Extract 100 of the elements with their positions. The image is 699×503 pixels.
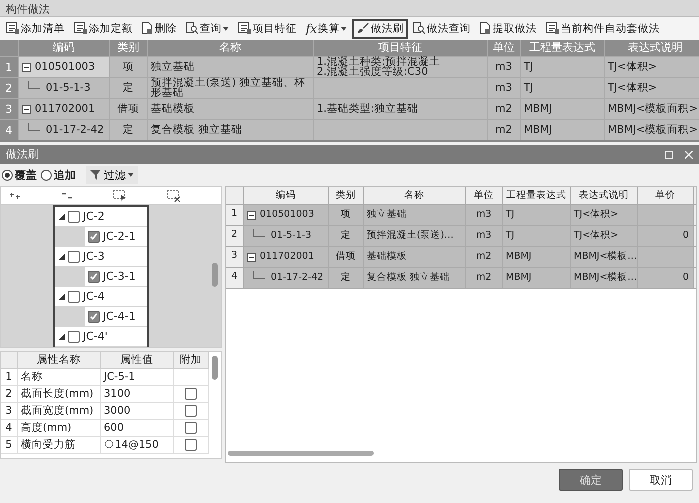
row-number: 1: [226, 205, 243, 225]
column-header: 属性名称: [18, 352, 101, 369]
collapse-icon[interactable]: [59, 254, 65, 260]
column-header: 名称: [364, 187, 465, 204]
tree-item[interactable]: JC-4': [55, 327, 147, 346]
column-header: 附加: [174, 352, 209, 369]
collapse-icon[interactable]: [247, 252, 256, 262]
filter-button[interactable]: 过滤: [86, 166, 138, 184]
toolbar-button[interactable]: 做法刷: [352, 18, 408, 38]
collapse-icon[interactable]: [59, 214, 65, 220]
toolbar-button[interactable]: 添加定额: [70, 18, 137, 38]
checkbox[interactable]: [185, 405, 197, 417]
table-cell: m2: [488, 120, 520, 140]
checkbox[interactable]: [88, 310, 100, 322]
code-text: 01-5-1-3: [46, 83, 91, 93]
property-value[interactable]: ⏀14@150: [101, 437, 174, 454]
deselect-icon[interactable]: [167, 190, 181, 202]
table-cell: 借项: [329, 247, 363, 267]
toolbar-button[interactable]: 删除: [138, 18, 181, 38]
confirm-button[interactable]: 确定: [559, 469, 623, 491]
tree-item[interactable]: JC-2-1: [85, 227, 147, 246]
maximize-icon[interactable]: [665, 150, 673, 158]
tree-label: JC-3-1: [103, 270, 136, 283]
checkbox[interactable]: [68, 290, 80, 302]
collapse-icon[interactable]: [22, 62, 31, 72]
column-header: 表达式说明: [605, 40, 699, 56]
table-cell: TJ: [503, 226, 570, 246]
column-header: 工程量表达式: [503, 187, 570, 204]
toolbar-button[interactable]: 提取做法: [476, 18, 542, 38]
close-icon[interactable]: [685, 150, 693, 158]
collapse-icon[interactable]: [59, 294, 65, 300]
column-header: 编码: [19, 40, 109, 56]
table-cell: 复合模板 独立基础: [148, 120, 313, 140]
code-text: 010501003: [35, 62, 96, 72]
property-value[interactable]: JC-5-1: [101, 369, 174, 386]
checkbox[interactable]: [68, 210, 80, 222]
table-cell: MBMJ<模板…: [571, 268, 637, 288]
row-number: 3: [0, 99, 18, 119]
column-header: 单价: [638, 187, 693, 204]
table-cell: 定: [110, 120, 147, 140]
row-number: 4: [0, 120, 18, 140]
checkbox[interactable]: [185, 388, 197, 400]
tree-item[interactable]: JC-3: [55, 247, 147, 266]
checkbox[interactable]: [185, 439, 197, 451]
collapse-icon[interactable]: [59, 334, 65, 340]
column-header: 工程量表达式: [521, 40, 604, 56]
toolbar-button[interactable]: 查询: [182, 18, 233, 38]
tree-item[interactable]: JC-4-1: [85, 307, 147, 326]
table-cell: m2: [466, 247, 502, 267]
checkbox[interactable]: [68, 250, 80, 262]
toolbar-button[interactable]: 当前构件自动套做法: [542, 18, 664, 38]
table-cell: 基础模板: [148, 99, 313, 119]
toolbar-button[interactable]: fx换算: [302, 18, 352, 38]
checkbox[interactable]: [88, 270, 100, 282]
radio-button[interactable]: [41, 170, 52, 180]
checkbox[interactable]: [88, 230, 100, 242]
list-icon: [74, 22, 88, 35]
document-icon: [480, 22, 492, 35]
brush-icon: [356, 22, 370, 35]
tree-item[interactable]: JC-3-1: [85, 267, 147, 286]
scrollbar-thumb[interactable]: [212, 356, 218, 380]
row-number: 3: [1, 403, 18, 420]
collapse-icon[interactable]: [247, 210, 256, 220]
collapse-icon[interactable]: [22, 104, 31, 114]
scrollbar-thumb[interactable]: [212, 263, 218, 287]
toolbar-button[interactable]: 添加清单: [2, 18, 69, 38]
row-number: 4: [226, 268, 243, 288]
property-value[interactable]: 3100: [101, 386, 174, 403]
table-cell: m3: [466, 226, 502, 246]
property-name: 名称: [18, 369, 101, 386]
column-header: 名称: [148, 40, 313, 56]
table-cell: m3: [488, 57, 520, 77]
column-header: 单位: [466, 187, 502, 204]
toolbar-button[interactable]: 做法查询: [409, 18, 476, 38]
select-icon[interactable]: [113, 190, 127, 202]
property-value[interactable]: 600: [101, 420, 174, 437]
checkbox[interactable]: [68, 330, 80, 342]
table-cell: TJ<体积>: [571, 205, 637, 225]
checkbox[interactable]: [185, 422, 197, 434]
property-name: 截面长度(mm): [18, 386, 101, 403]
collapse-all-icon[interactable]: [61, 192, 73, 200]
property-name: 高度(mm): [18, 420, 101, 437]
table-cell: m2: [488, 99, 520, 119]
tree-item[interactable]: JC-4: [55, 287, 147, 306]
code-text: 01-17-2-42: [46, 125, 104, 135]
table-cell: TJ<体积>: [605, 57, 699, 77]
column-header: 编码: [244, 187, 328, 204]
tree-item[interactable]: JC-2: [55, 207, 147, 226]
table-cell: 0: [638, 268, 693, 288]
expand-all-icon[interactable]: [9, 192, 21, 200]
tree-line: [28, 81, 40, 89]
cancel-button[interactable]: 取消: [629, 469, 693, 491]
list-icon: [238, 22, 252, 35]
scrollbar-thumb[interactable]: [228, 451, 374, 456]
toolbar-button[interactable]: 项目特征: [234, 18, 301, 38]
tree-label: JC-2: [83, 210, 105, 223]
radio-button[interactable]: [2, 170, 13, 180]
column-header: 类别: [329, 187, 363, 204]
property-value[interactable]: 3000: [101, 403, 174, 420]
column-header: 单位: [488, 40, 520, 56]
